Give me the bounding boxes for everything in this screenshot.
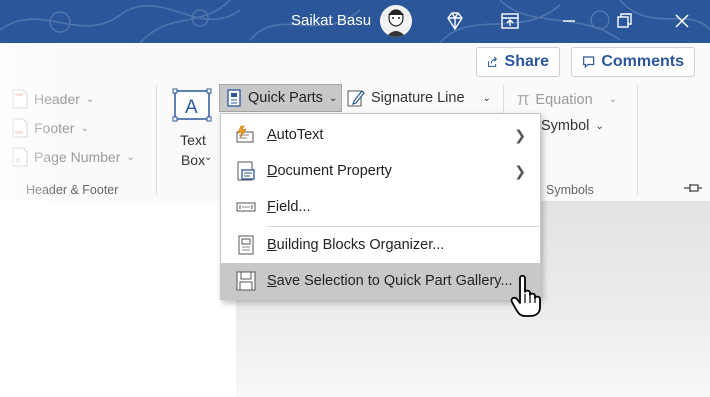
quick-parts-icon — [227, 89, 241, 107]
equation-label: Equation — [535, 91, 593, 108]
menu-item-building-blocks-organizer[interactable]: Building Blocks Organizer... — [221, 227, 540, 263]
comments-label: Comments — [601, 53, 684, 70]
menu-item-label: Field... — [267, 199, 311, 215]
text-box-icon: A — [172, 88, 212, 122]
page-number-icon: # — [12, 147, 28, 167]
signature-line-button[interactable]: Signature Line ⌄ — [347, 89, 491, 107]
menu-item-field[interactable]: Field... — [221, 189, 540, 225]
signature-line-icon — [347, 90, 365, 107]
chevron-down-icon: ⌄ — [204, 152, 213, 163]
restore-icon[interactable] — [613, 10, 635, 32]
menu-item-label: Save Selection to Quick Part Gallery... — [267, 273, 513, 289]
chevron-down-icon: ⌄ — [482, 92, 491, 104]
menu-item-label: AutoText — [267, 127, 324, 143]
quick-parts-label: Quick Parts — [248, 90, 323, 106]
text-box-label-1: Text — [180, 132, 206, 148]
header-icon — [12, 89, 28, 109]
pin-icon[interactable] — [683, 181, 703, 195]
divider — [156, 85, 157, 195]
document-property-icon — [237, 161, 255, 181]
save-icon — [236, 271, 256, 291]
footer-icon — [12, 118, 28, 138]
share-label: Share — [504, 53, 549, 70]
page-number-button[interactable]: # Page Number ⌄ — [12, 147, 135, 167]
comments-button[interactable]: Comments — [571, 47, 695, 77]
symbol-label: Symbol — [541, 118, 590, 134]
close-icon[interactable] — [671, 10, 693, 32]
menu-item-save-selection[interactable]: Save Selection to Quick Part Gallery... — [221, 263, 540, 299]
title-bar: Saikat Basu — [0, 0, 710, 43]
menu-item-autotext[interactable]: AutoText ❯ — [221, 117, 540, 153]
minimize-icon[interactable] — [558, 10, 580, 32]
symbol-button[interactable]: Symbol ⌄ — [541, 118, 604, 134]
group-label-header-footer: Header & Footer — [26, 183, 119, 197]
user-name[interactable]: Saikat Basu — [291, 12, 371, 29]
menu-item-document-property[interactable]: Document Property ❯ — [221, 153, 540, 189]
ribbon-display-icon[interactable] — [499, 10, 521, 32]
building-blocks-icon — [238, 235, 254, 255]
autotext-icon — [236, 125, 254, 143]
svg-text:#: # — [16, 158, 20, 165]
divider — [637, 85, 638, 195]
chevron-down-icon: ⌄ — [595, 120, 604, 132]
menu-item-label: Building Blocks Organizer... — [267, 237, 445, 253]
chevron-down-icon: ⌄ — [608, 94, 618, 105]
chevron-down-icon: ⌄ — [126, 151, 135, 163]
footer-label: Footer — [34, 120, 75, 136]
chevron-right-icon: ❯ — [514, 162, 526, 179]
text-box-label-2: Box — [180, 152, 206, 168]
chevron-right-icon: ❯ — [514, 126, 526, 143]
text-box-button[interactable]: A Text Box ⌄ — [164, 88, 214, 174]
field-icon — [236, 202, 256, 212]
header-button[interactable]: Header ⌄ — [12, 89, 94, 109]
share-icon — [487, 56, 498, 67]
equation-button[interactable]: π Equation ⌄ — [517, 89, 617, 110]
chevron-down-icon: ⌄ — [328, 92, 338, 104]
diamond-icon[interactable] — [444, 10, 466, 32]
quick-parts-button[interactable]: Quick Parts ⌄ — [219, 84, 342, 112]
signature-line-label: Signature Line — [371, 90, 465, 106]
chevron-down-icon: ⌄ — [85, 93, 95, 105]
pi-icon: π — [517, 89, 530, 109]
share-button[interactable]: Share — [476, 47, 560, 77]
menu-item-label: Document Property — [267, 163, 392, 179]
page-number-label: Page Number — [34, 149, 121, 165]
comment-icon — [583, 56, 595, 69]
footer-button[interactable]: Footer ⌄ — [12, 118, 89, 138]
quick-parts-menu: AutoText ❯ Document Property ❯ Field... … — [220, 113, 541, 300]
svg-text:A: A — [185, 97, 198, 118]
hand-cursor-icon — [510, 274, 541, 317]
header-label: Header — [34, 91, 80, 107]
avatar[interactable] — [380, 5, 412, 37]
chevron-down-icon: ⌄ — [80, 122, 89, 134]
group-label-symbols: Symbols — [546, 183, 594, 197]
